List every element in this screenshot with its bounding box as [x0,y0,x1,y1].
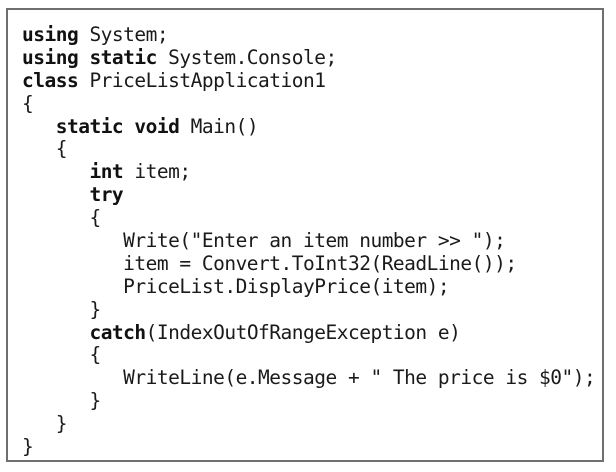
code-keyword: using [22,23,79,46]
code-text: WriteLine(e.Message + " The price is $0"… [123,366,596,390]
code-line: using static System.Console; [22,45,595,70]
code-line: { [22,138,595,161]
code-text: { [89,343,101,367]
code-text: (IndexOutOfRangeException e) [145,320,461,344]
code-line: static void Main() [22,114,595,139]
code-listing-frame: using System; using static System.Console… [6,8,604,462]
code-line: } [22,435,595,459]
code-text: { [22,91,34,115]
code-text: item = Convert.ToInt32(ReadLine()); [123,251,517,275]
code-line: WriteLine(e.Message + " The price is $0"… [22,366,596,390]
code-text: } [89,389,101,413]
code-text: item; [123,160,191,184]
code-text: } [89,297,101,321]
code-text: Write("Enter an item number >> "); [123,229,506,253]
code-line: class PriceListApplication1 [22,68,595,93]
code-text: PriceListApplication1 [78,68,326,92]
code-keyword: catch [89,320,146,344]
code-text: System.Console; [156,45,337,69]
code-text: System; [78,23,169,46]
code-line: try [22,183,595,207]
code-line: } [22,297,595,322]
code-listing: using System; using static System.Console… [22,23,596,459]
code-line: int item; [22,160,595,184]
code-text: { [89,206,101,230]
code-line: Write("Enter an item number >> "); [22,229,595,253]
code-keyword: class [22,68,79,92]
code-line: item = Convert.ToInt32(ReadLine()); [22,251,595,276]
code-keyword: try [89,183,124,207]
code-line: using System; [22,23,595,47]
code-text: Main() [179,114,259,138]
code-line: PriceList.DisplayPrice(item); [22,274,595,299]
code-line: { [22,91,595,116]
code-line: } [22,389,595,413]
code-line: { [22,206,595,230]
code-keyword: static void [55,114,180,138]
code-line: { [22,344,595,367]
code-text: } [55,412,68,436]
code-text: PriceList.DisplayPrice(item); [123,274,450,298]
code-keyword: int [89,160,124,184]
code-line: catch(IndexOutOfRangeException e) [22,320,595,345]
code-text: { [55,137,68,161]
code-keyword: using static [22,45,157,69]
code-line: } [22,412,595,436]
code-text: } [22,435,34,459]
